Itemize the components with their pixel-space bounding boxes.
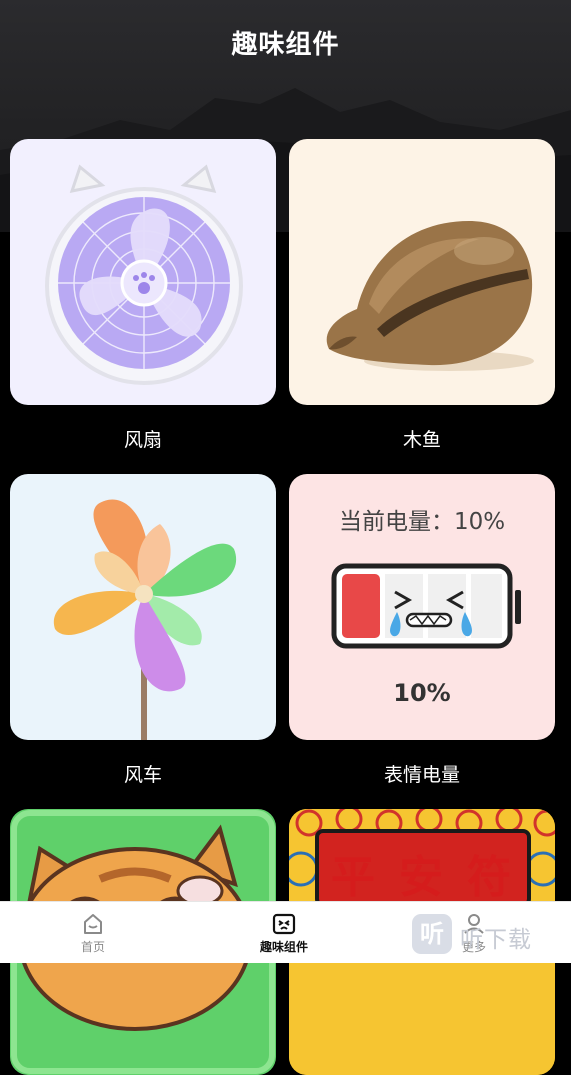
fan-icon <box>45 164 243 385</box>
tab-home[interactable]: 首页 <box>33 902 153 963</box>
tab-widgets-label: 趣味组件 <box>259 940 308 954</box>
home-icon <box>84 914 102 934</box>
tab-home-label: 首页 <box>80 940 105 954</box>
card-wooden-fish-label: 木鱼 <box>402 429 441 451</box>
card-fan-label: 风扇 <box>123 429 162 451</box>
pinwheel-icon <box>53 499 237 740</box>
watermark-text: 听下载 <box>460 927 532 953</box>
card-pinwheel[interactable] <box>10 474 276 740</box>
card-emoji-battery[interactable]: 当前电量：10% 10% <box>289 474 555 740</box>
amulet-char-2: 安 <box>399 852 443 903</box>
wooden-fish-icon <box>326 221 534 371</box>
tab-widgets[interactable]: 趣味组件 <box>224 902 344 963</box>
card-wooden-fish[interactable] <box>289 139 555 405</box>
page-title: 趣味组件 <box>231 30 340 60</box>
card-pinwheel-label: 风车 <box>123 764 162 786</box>
card-emoji-battery-label: 表情电量 <box>383 764 460 786</box>
card-fan[interactable] <box>10 139 276 405</box>
battery-percentage: 10% <box>393 679 451 707</box>
amulet-char-3: 符 <box>467 852 511 903</box>
amulet-char-1: 平 <box>331 852 375 903</box>
watermark-logo: 听 <box>412 914 452 954</box>
widget-icon <box>272 913 296 935</box>
